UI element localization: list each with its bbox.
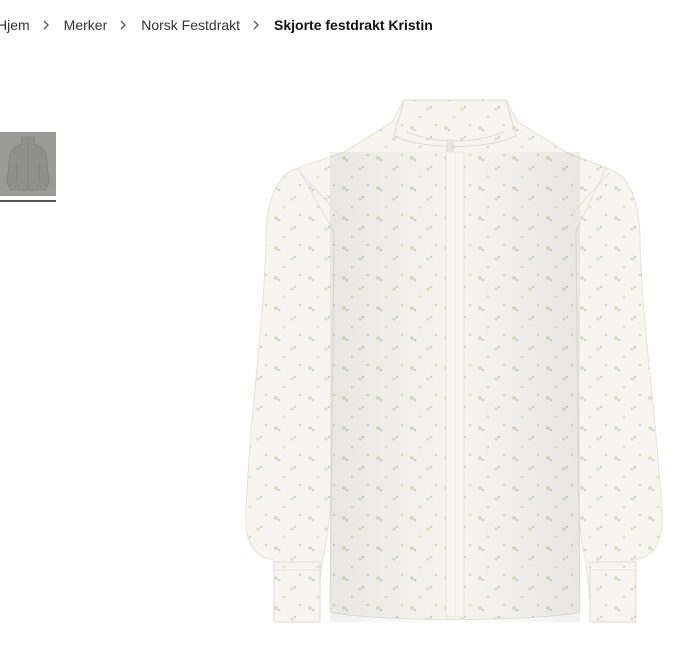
breadcrumb-home-link[interactable]: Hjem bbox=[0, 17, 30, 33]
breadcrumb-brands-link[interactable]: Merker bbox=[64, 17, 108, 33]
shirt-thumbnail-image bbox=[6, 136, 50, 191]
product-thumbnail[interactable] bbox=[0, 132, 56, 196]
thumbnail-selected-indicator bbox=[0, 200, 56, 202]
chevron-right-icon bbox=[41, 19, 51, 31]
shirt-image bbox=[245, 99, 663, 623]
chevron-right-icon bbox=[251, 19, 261, 31]
breadcrumb: Hjem Merker Norsk Festdrakt Skjorte fest… bbox=[0, 14, 433, 36]
chevron-right-icon bbox=[118, 19, 128, 31]
breadcrumb-brand-link[interactable]: Norsk Festdrakt bbox=[141, 17, 240, 33]
product-image[interactable] bbox=[236, 92, 676, 632]
breadcrumb-current-page: Skjorte festdrakt Kristin bbox=[274, 17, 433, 33]
